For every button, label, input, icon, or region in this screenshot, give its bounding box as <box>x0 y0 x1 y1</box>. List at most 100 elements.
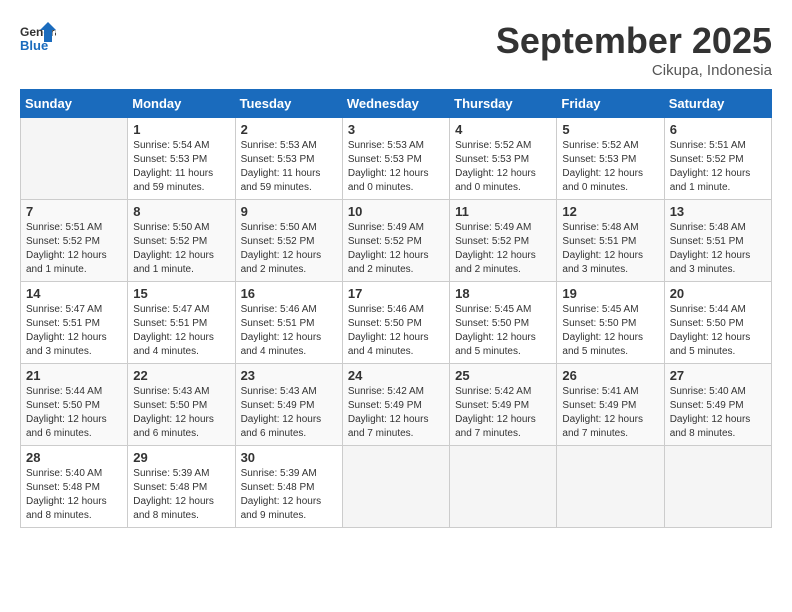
month-title: September 2025 <box>496 20 772 62</box>
day-info: Sunrise: 5:51 AMSunset: 5:52 PMDaylight:… <box>670 139 766 195</box>
calendar-cell: 19 Sunrise: 5:45 AMSunset: 5:50 PMDayligh… <box>557 282 664 364</box>
weekday-header: Monday <box>128 90 235 118</box>
day-number: 14 <box>26 286 122 301</box>
day-info: Sunrise: 5:52 AMSunset: 5:53 PMDaylight:… <box>562 139 658 195</box>
day-info: Sunrise: 5:41 AMSunset: 5:49 PMDaylight:… <box>562 385 658 441</box>
calendar-cell: 6 Sunrise: 5:51 AMSunset: 5:52 PMDaylight… <box>664 118 771 200</box>
weekday-header: Tuesday <box>235 90 342 118</box>
day-info: Sunrise: 5:53 AMSunset: 5:53 PMDaylight:… <box>241 139 337 195</box>
day-info: Sunrise: 5:49 AMSunset: 5:52 PMDaylight:… <box>348 221 444 277</box>
weekday-header: Sunday <box>21 90 128 118</box>
day-info: Sunrise: 5:50 AMSunset: 5:52 PMDaylight:… <box>133 221 229 277</box>
calendar-cell: 30Sunrise: 5:39 AMSunset: 5:48 PMDayligh… <box>235 446 342 528</box>
day-info: Sunrise: 5:48 AMSunset: 5:51 PMDaylight:… <box>670 221 766 277</box>
calendar-cell: 16 Sunrise: 5:46 AMSunset: 5:51 PMDayligh… <box>235 282 342 364</box>
day-number: 29 <box>133 450 229 465</box>
day-info: Sunrise: 5:42 AMSunset: 5:49 PMDaylight:… <box>455 385 551 441</box>
day-number: 9 <box>241 204 337 219</box>
calendar-cell: 18 Sunrise: 5:45 AMSunset: 5:50 PMDayligh… <box>450 282 557 364</box>
day-info: Sunrise: 5:40 AMSunset: 5:48 PMDaylight:… <box>26 467 122 523</box>
calendar-week-row: 28Sunrise: 5:40 AMSunset: 5:48 PMDayligh… <box>21 446 772 528</box>
calendar-cell: 7 Sunrise: 5:51 AMSunset: 5:52 PMDaylight… <box>21 200 128 282</box>
calendar-cell <box>664 446 771 528</box>
day-info: Sunrise: 5:53 AMSunset: 5:53 PMDaylight:… <box>348 139 444 195</box>
day-number: 24 <box>348 368 444 383</box>
calendar-cell: 21 Sunrise: 5:44 AMSunset: 5:50 PMDayligh… <box>21 364 128 446</box>
day-number: 10 <box>348 204 444 219</box>
day-number: 8 <box>133 204 229 219</box>
calendar-cell: 20 Sunrise: 5:44 AMSunset: 5:50 PMDayligh… <box>664 282 771 364</box>
day-info: Sunrise: 5:44 AMSunset: 5:50 PMDaylight:… <box>26 385 122 441</box>
day-number: 19 <box>562 286 658 301</box>
calendar-cell: 8 Sunrise: 5:50 AMSunset: 5:52 PMDaylight… <box>128 200 235 282</box>
weekday-header: Wednesday <box>342 90 449 118</box>
day-number: 27 <box>670 368 766 383</box>
calendar-cell: 29 Sunrise: 5:39 AMSunset: 5:48 PMDayligh… <box>128 446 235 528</box>
calendar-week-row: 21 Sunrise: 5:44 AMSunset: 5:50 PMDayligh… <box>21 364 772 446</box>
calendar-cell: 27 Sunrise: 5:40 AMSunset: 5:49 PMDayligh… <box>664 364 771 446</box>
page-header: General Blue September 2025 Cikupa, Indo… <box>20 20 772 79</box>
title-block: September 2025 Cikupa, Indonesia <box>496 20 772 79</box>
svg-text:Blue: Blue <box>20 38 48 53</box>
calendar-cell: 1 Sunrise: 5:54 AMSunset: 5:53 PMDaylight… <box>128 118 235 200</box>
day-info: Sunrise: 5:39 AMSunset: 5:48 PMDaylight:… <box>133 467 229 523</box>
weekday-header: Saturday <box>664 90 771 118</box>
day-number: 4 <box>455 122 551 137</box>
day-info: Sunrise: 5:47 AMSunset: 5:51 PMDaylight:… <box>26 303 122 359</box>
day-info: Sunrise: 5:52 AMSunset: 5:53 PMDaylight:… <box>455 139 551 195</box>
day-info: Sunrise: 5:43 AMSunset: 5:49 PMDaylight:… <box>241 385 337 441</box>
day-info: Sunrise: 5:46 AMSunset: 5:51 PMDaylight:… <box>241 303 337 359</box>
day-info: Sunrise: 5:40 AMSunset: 5:49 PMDaylight:… <box>670 385 766 441</box>
calendar-cell <box>557 446 664 528</box>
calendar-cell: 15Sunrise: 5:47 AMSunset: 5:51 PMDayligh… <box>128 282 235 364</box>
calendar-cell <box>450 446 557 528</box>
day-info: Sunrise: 5:49 AMSunset: 5:52 PMDaylight:… <box>455 221 551 277</box>
calendar-cell: 23 Sunrise: 5:43 AMSunset: 5:49 PMDayligh… <box>235 364 342 446</box>
calendar-cell: 4 Sunrise: 5:52 AMSunset: 5:53 PMDaylight… <box>450 118 557 200</box>
day-info: Sunrise: 5:44 AMSunset: 5:50 PMDaylight:… <box>670 303 766 359</box>
day-info: Sunrise: 5:48 AMSunset: 5:51 PMDaylight:… <box>562 221 658 277</box>
day-number: 21 <box>26 368 122 383</box>
day-number: 11 <box>455 204 551 219</box>
day-info: Sunrise: 5:54 AMSunset: 5:53 PMDaylight:… <box>133 139 229 195</box>
logo: General Blue <box>20 20 56 60</box>
day-info: Sunrise: 5:47 AMSunset: 5:51 PMDaylight:… <box>133 303 229 359</box>
calendar-cell: 14 Sunrise: 5:47 AMSunset: 5:51 PMDayligh… <box>21 282 128 364</box>
day-number: 17 <box>348 286 444 301</box>
calendar-cell: 10 Sunrise: 5:49 AMSunset: 5:52 PMDayligh… <box>342 200 449 282</box>
day-info: Sunrise: 5:51 AMSunset: 5:52 PMDaylight:… <box>26 221 122 277</box>
calendar-cell: 22Sunrise: 5:43 AMSunset: 5:50 PMDayligh… <box>128 364 235 446</box>
calendar-cell: 17Sunrise: 5:46 AMSunset: 5:50 PMDayligh… <box>342 282 449 364</box>
day-number: 18 <box>455 286 551 301</box>
weekday-header: Thursday <box>450 90 557 118</box>
weekday-header-row: SundayMondayTuesdayWednesdayThursdayFrid… <box>21 90 772 118</box>
calendar-cell: 11 Sunrise: 5:49 AMSunset: 5:52 PMDayligh… <box>450 200 557 282</box>
day-number: 13 <box>670 204 766 219</box>
day-info: Sunrise: 5:45 AMSunset: 5:50 PMDaylight:… <box>455 303 551 359</box>
calendar-week-row: 1 Sunrise: 5:54 AMSunset: 5:53 PMDaylight… <box>21 118 772 200</box>
day-info: Sunrise: 5:42 AMSunset: 5:49 PMDaylight:… <box>348 385 444 441</box>
calendar-cell: 24 Sunrise: 5:42 AMSunset: 5:49 PMDayligh… <box>342 364 449 446</box>
day-info: Sunrise: 5:50 AMSunset: 5:52 PMDaylight:… <box>241 221 337 277</box>
day-number: 22 <box>133 368 229 383</box>
calendar-cell: 28Sunrise: 5:40 AMSunset: 5:48 PMDayligh… <box>21 446 128 528</box>
calendar-cell: 5 Sunrise: 5:52 AMSunset: 5:53 PMDaylight… <box>557 118 664 200</box>
calendar-cell <box>21 118 128 200</box>
day-info: Sunrise: 5:45 AMSunset: 5:50 PMDaylight:… <box>562 303 658 359</box>
calendar-cell: 9 Sunrise: 5:50 AMSunset: 5:52 PMDaylight… <box>235 200 342 282</box>
day-number: 7 <box>26 204 122 219</box>
weekday-header: Friday <box>557 90 664 118</box>
day-number: 5 <box>562 122 658 137</box>
day-number: 20 <box>670 286 766 301</box>
day-number: 26 <box>562 368 658 383</box>
calendar-week-row: 7 Sunrise: 5:51 AMSunset: 5:52 PMDaylight… <box>21 200 772 282</box>
day-number: 25 <box>455 368 551 383</box>
logo-svg: General Blue <box>20 20 56 60</box>
day-number: 6 <box>670 122 766 137</box>
day-number: 23 <box>241 368 337 383</box>
calendar-week-row: 14 Sunrise: 5:47 AMSunset: 5:51 PMDayligh… <box>21 282 772 364</box>
day-number: 3 <box>348 122 444 137</box>
day-number: 16 <box>241 286 337 301</box>
calendar-cell: 12Sunrise: 5:48 AMSunset: 5:51 PMDayligh… <box>557 200 664 282</box>
day-number: 1 <box>133 122 229 137</box>
